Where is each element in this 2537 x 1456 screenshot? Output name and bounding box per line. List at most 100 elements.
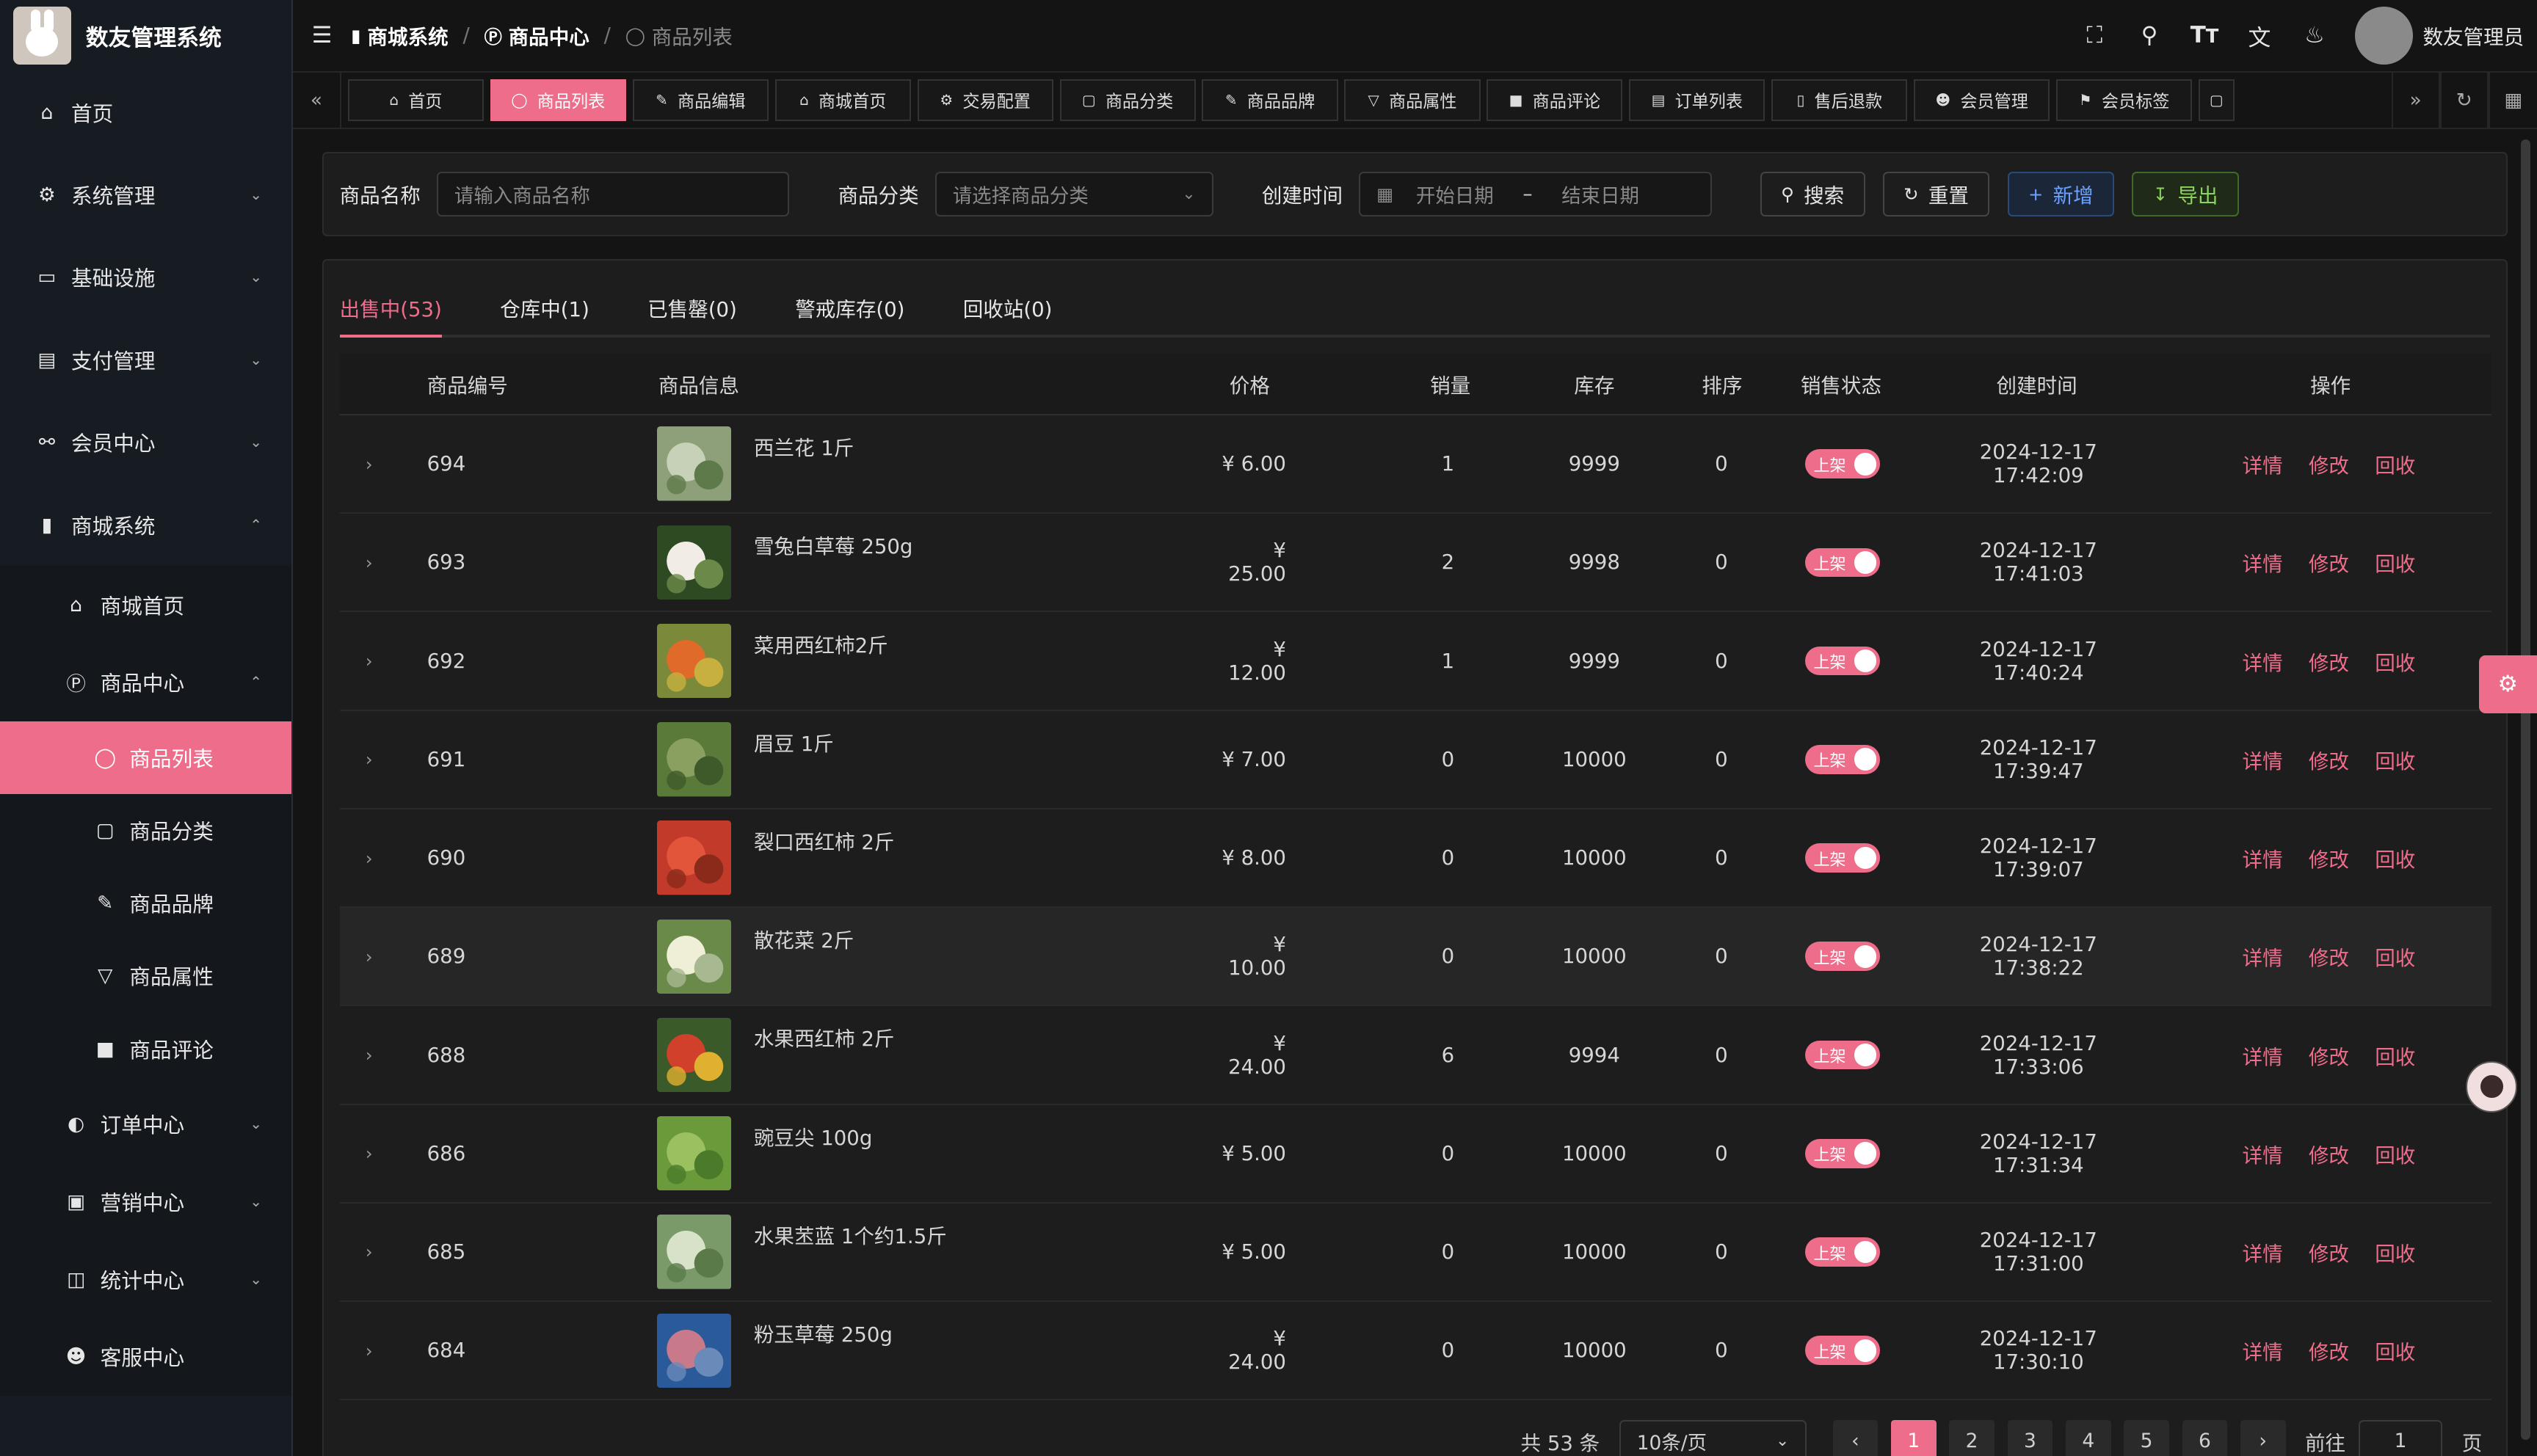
recycle-link[interactable]: 回收	[2375, 745, 2415, 774]
sidebar-item-system[interactable]: ⚙ 系统管理 ⌄	[0, 153, 291, 236]
detail-link[interactable]: 详情	[2243, 1041, 2283, 1070]
sale-status-switch[interactable]: 上架	[1805, 547, 1880, 578]
detail-link[interactable]: 详情	[2243, 1139, 2283, 1168]
expand-icon[interactable]: ›	[366, 749, 373, 770]
search-button[interactable]: ⚲ 搜索	[1760, 171, 1865, 217]
tab-warehouse[interactable]: 仓库中(1)	[500, 280, 589, 335]
edit-link[interactable]: 修改	[2309, 449, 2349, 478]
detail-link[interactable]: 详情	[2243, 1336, 2283, 1365]
scroll-right-icon[interactable]: »	[2391, 72, 2440, 128]
tab-sold-out[interactable]: 已售罄(0)	[647, 280, 737, 335]
reset-button[interactable]: ↻ 重置	[1882, 171, 1990, 217]
sidebar-item-payment[interactable]: ▤ 支付管理 ⌄	[0, 318, 291, 401]
refresh-icon[interactable]: ↻	[2439, 72, 2489, 128]
tab-product-brand[interactable]: ✎ 商品品牌	[1202, 79, 1338, 122]
detail-link[interactable]: 详情	[2243, 843, 2283, 873]
edit-link[interactable]: 修改	[2309, 1237, 2349, 1267]
sale-status-switch[interactable]: 上架	[1805, 1237, 1880, 1267]
expand-icon[interactable]: ›	[366, 1241, 373, 1262]
sidebar-item-order-center[interactable]: ◐ 订单中心 ⌄	[0, 1085, 291, 1163]
sidebar-item-home[interactable]: ⌂ 首页	[0, 71, 291, 153]
recycle-link[interactable]: 回收	[2375, 942, 2415, 971]
product-name-input[interactable]: 请输入商品名称	[436, 171, 790, 217]
edit-link[interactable]: 修改	[2309, 547, 2349, 577]
search-icon[interactable]: ⚲	[2122, 22, 2177, 48]
category-select[interactable]: 请选择商品分类 ⌄	[934, 171, 1213, 217]
tab-member-tag[interactable]: ⚑ 会员标签	[2056, 79, 2193, 122]
expand-icon[interactable]: ›	[366, 1044, 373, 1066]
date-range-picker[interactable]: ▦ 开始日期 – 结束日期	[1359, 171, 1712, 217]
recycle-link[interactable]: 回收	[2375, 843, 2415, 873]
sale-status-switch[interactable]: 上架	[1805, 1336, 1880, 1366]
page-size-select[interactable]: 10条/页 ⌄	[1619, 1419, 1807, 1456]
expand-icon[interactable]: ›	[366, 848, 373, 869]
detail-link[interactable]: 详情	[2243, 547, 2283, 577]
page-button[interactable]: 3	[2007, 1419, 2053, 1456]
prev-page-button[interactable]: ‹	[1832, 1419, 1879, 1456]
sale-status-switch[interactable]: 上架	[1805, 843, 1880, 873]
tab-low-stock[interactable]: 警戒库存(0)	[795, 280, 904, 335]
tab-order-list[interactable]: ▤ 订单列表	[1629, 79, 1765, 122]
edit-link[interactable]: 修改	[2309, 942, 2349, 971]
sidebar-item-product-attribute[interactable]: ▽ 商品属性	[0, 939, 291, 1012]
detail-link[interactable]: 详情	[2243, 745, 2283, 774]
tab-product-category[interactable]: ▢ 商品分类	[1059, 79, 1196, 122]
edit-link[interactable]: 修改	[2309, 1041, 2349, 1070]
page-button[interactable]: 6	[2182, 1419, 2228, 1456]
next-page-button[interactable]: ›	[2240, 1419, 2286, 1456]
sidebar-item-marketing-center[interactable]: ▣ 营销中心 ⌄	[0, 1163, 291, 1241]
sidebar-item-members[interactable]: ⚯ 会员中心 ⌄	[0, 401, 291, 484]
sidebar-item-product-comment[interactable]: ■ 商品评论	[0, 1013, 291, 1085]
assistant-avatar[interactable]	[2466, 1060, 2518, 1113]
edit-link[interactable]: 修改	[2309, 1139, 2349, 1168]
sidebar-item-product-list[interactable]: ◯ 商品列表	[0, 721, 291, 795]
tab-refund[interactable]: ▯ 售后退款	[1771, 79, 1908, 122]
sale-status-switch[interactable]: 上架	[1805, 1138, 1880, 1168]
sidebar-item-product-brand[interactable]: ✎ 商品品牌	[0, 867, 291, 939]
recycle-link[interactable]: 回收	[2375, 1041, 2415, 1070]
edit-link[interactable]: 修改	[2309, 1336, 2349, 1365]
edit-link[interactable]: 修改	[2309, 745, 2349, 774]
settings-float-button[interactable]: ⚙	[2478, 655, 2537, 713]
expand-icon[interactable]: ›	[366, 1143, 373, 1164]
detail-link[interactable]: 详情	[2243, 1237, 2283, 1267]
sidebar-item-product-category[interactable]: ▢ 商品分类	[0, 794, 291, 867]
recycle-link[interactable]: 回收	[2375, 547, 2415, 577]
sidebar-item-service-center[interactable]: ☻ 客服中心	[0, 1318, 291, 1396]
font-size-icon[interactable]: TT	[2177, 22, 2232, 48]
sidebar-item-shop[interactable]: ▮ 商城系统 ⌃	[0, 484, 291, 566]
user-name[interactable]: 数友管理员	[2422, 21, 2524, 50]
tab-trade-config[interactable]: ⚙ 交易配置	[917, 79, 1053, 122]
recycle-link[interactable]: 回收	[2375, 1139, 2415, 1168]
detail-link[interactable]: 详情	[2243, 647, 2283, 676]
expand-icon[interactable]: ›	[366, 946, 373, 967]
expand-icon[interactable]: ›	[366, 552, 373, 573]
goto-page-input[interactable]: 1	[2358, 1419, 2443, 1456]
avatar[interactable]	[2354, 6, 2414, 65]
fullscreen-icon[interactable]: ⛶	[2067, 22, 2122, 49]
page-button[interactable]: 1	[1890, 1419, 1937, 1456]
grid-menu-icon[interactable]: ▦	[2488, 72, 2537, 128]
tab-recycle-bin[interactable]: 回收站(0)	[963, 280, 1053, 335]
sidebar-item-product-center[interactable]: Ⓟ 商品中心 ⌃	[0, 644, 291, 721]
bell-icon[interactable]: ♨	[2287, 22, 2342, 48]
page-scrollbar[interactable]	[2520, 139, 2531, 1440]
export-button[interactable]: ↧ 导出	[2132, 171, 2239, 217]
expand-icon[interactable]: ›	[366, 1340, 373, 1361]
page-button[interactable]: 4	[2065, 1419, 2111, 1456]
expand-icon[interactable]: ›	[366, 650, 373, 671]
tab-shop-home[interactable]: ⌂ 商城首页	[774, 79, 911, 122]
breadcrumb-item[interactable]: ▮ 商城系统	[351, 21, 448, 50]
tab-on-sale[interactable]: 出售中(53)	[339, 280, 443, 338]
tab-product-comment[interactable]: ■ 商品评论	[1487, 79, 1623, 122]
detail-link[interactable]: 详情	[2243, 449, 2283, 478]
sale-status-switch[interactable]: 上架	[1805, 942, 1880, 972]
recycle-link[interactable]: 回收	[2375, 449, 2415, 478]
recycle-link[interactable]: 回收	[2375, 1237, 2415, 1267]
sidebar-item-shop-home[interactable]: ⌂ 商城首页	[0, 566, 291, 644]
edit-link[interactable]: 修改	[2309, 647, 2349, 676]
tab-product-attribute[interactable]: ▽ 商品属性	[1344, 79, 1481, 122]
scroll-left-icon[interactable]: «	[293, 72, 342, 128]
recycle-link[interactable]: 回收	[2375, 647, 2415, 676]
page-button[interactable]: 5	[2124, 1419, 2169, 1456]
